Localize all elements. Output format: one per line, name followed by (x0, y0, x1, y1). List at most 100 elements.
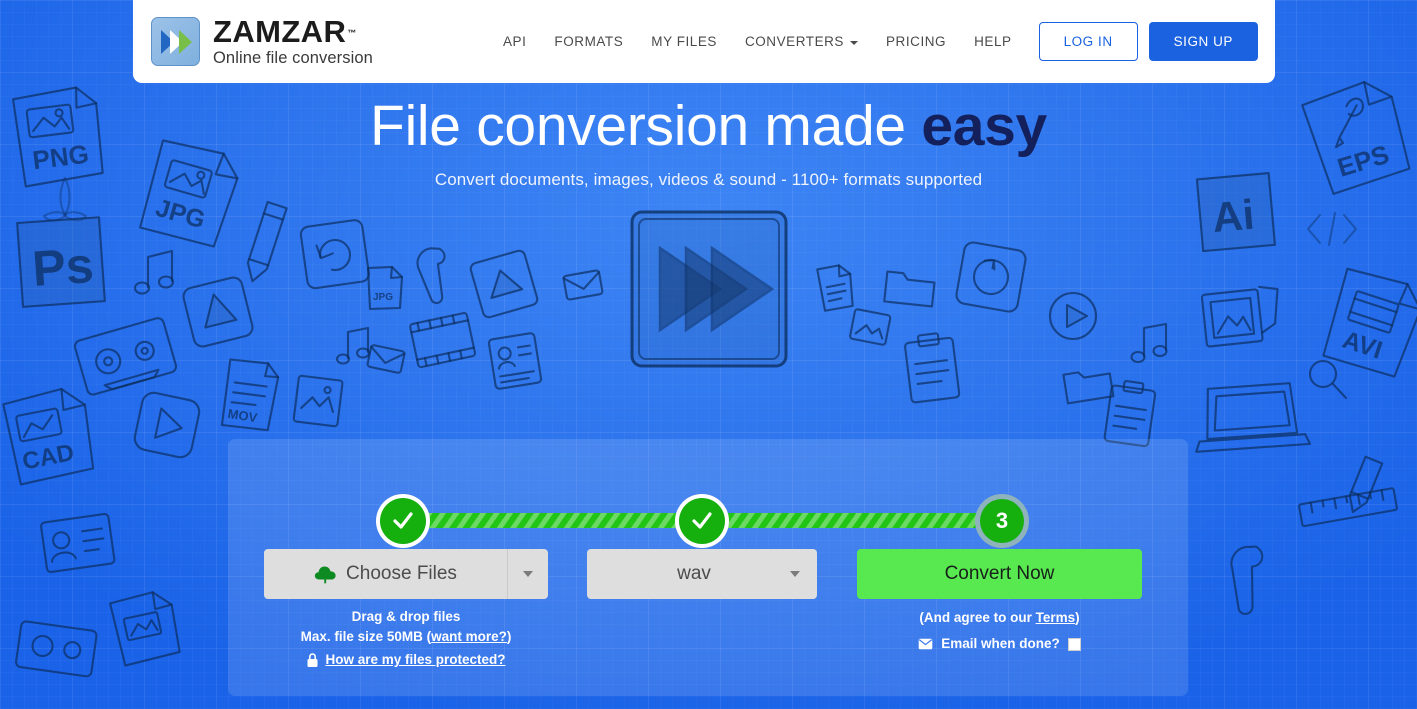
doodle-mini-file: JPG (366, 265, 404, 311)
hero-title-accent: easy (921, 94, 1047, 158)
doodle-id-card (487, 332, 543, 390)
svg-text:MOV: MOV (227, 406, 259, 425)
nav-converters[interactable]: CONVERTERS (731, 24, 872, 59)
format-selected-value: wav (677, 563, 711, 584)
logo[interactable]: ZAMZAR™ Online file conversion (151, 16, 373, 67)
page-title: File conversion made easy (0, 94, 1417, 159)
logo-text: ZAMZAR™ Online file conversion (213, 16, 373, 67)
want-more-link[interactable]: want more? (431, 629, 507, 644)
doodle-spanner (1230, 545, 1264, 615)
svg-text:CAD: CAD (20, 439, 76, 475)
doodle-refresh-square (299, 219, 370, 290)
lock-icon (307, 652, 318, 667)
choose-files-label: Choose Files (346, 563, 457, 584)
doodle-photo-frame (849, 308, 892, 346)
doodle-wrench (416, 247, 446, 305)
terms-link[interactable]: Terms (1036, 610, 1076, 625)
step-3-current[interactable]: 3 (975, 494, 1029, 548)
chevron-down-icon (790, 571, 800, 577)
nav-my-files-label: MY FILES (651, 34, 717, 49)
nav-converters-label: CONVERTERS (744, 34, 844, 49)
svg-text:JPG: JPG (152, 194, 208, 235)
signup-button[interactable]: SIGN UP (1148, 22, 1258, 61)
doodle-photo-frame-2 (1200, 285, 1279, 348)
chevron-down-icon (523, 571, 533, 577)
terms-prefix: (And agree to our (919, 610, 1036, 625)
doodle-cassette (73, 317, 178, 396)
nav-pricing[interactable]: PRICING (872, 24, 960, 59)
hero-title-plain: File conversion made (370, 94, 922, 158)
email-when-done-checkbox[interactable] (1067, 637, 1081, 651)
cloud-upload-icon (314, 566, 336, 583)
choose-files-dropdown[interactable] (508, 549, 548, 599)
doodle-contact-card (40, 512, 116, 574)
doodle-mov-file: MOV (220, 358, 280, 432)
nav-help[interactable]: HELP (960, 24, 1025, 59)
check-glyph (692, 512, 712, 529)
step-1-complete[interactable] (376, 494, 430, 548)
doodle-image-doc (292, 374, 344, 428)
envelope-icon (918, 638, 933, 650)
doodle-code-icon (1306, 211, 1358, 247)
nav-my-files[interactable]: MY FILES (637, 24, 731, 59)
conversion-panel: 3 Choose Files wav Convert Now Drag & dr… (228, 439, 1188, 696)
doodle-magnifier-icon (1308, 359, 1348, 400)
format-select[interactable]: wav (587, 549, 817, 599)
doodle-ps-badge: Ps (16, 216, 106, 308)
doodle-film-strip (409, 312, 477, 369)
convert-help-text: (And agree to our Terms) Email when done… (857, 607, 1142, 657)
doodle-refresh-square-2 (955, 241, 1027, 313)
svg-text:Ai: Ai (1210, 191, 1256, 241)
drag-drop-hint: Drag & drop files (351, 609, 461, 624)
doodle-laptop (1195, 382, 1312, 453)
step-2-check-icon (679, 498, 725, 544)
svg-text:AVI: AVI (1339, 326, 1386, 365)
nav-help-label: HELP (974, 34, 1012, 49)
nav-formats-label: FORMATS (554, 34, 624, 49)
logo-wordmark: ZAMZAR (213, 14, 347, 50)
max-size-prefix: Max. file size 50MB ( (300, 629, 432, 644)
files-protected-row[interactable]: How are my files protected? (306, 650, 506, 670)
chevrons-glyph (160, 29, 192, 54)
format-dropdown-arrow[interactable] (773, 571, 817, 577)
doodle-ruler (1298, 487, 1398, 528)
choose-files-button[interactable]: Choose Files (264, 549, 548, 599)
max-size-hint: Max. file size 50MB (want more?) (264, 627, 548, 647)
logo-trademark: ™ (347, 27, 357, 38)
terms-row: (And agree to our Terms) (857, 607, 1142, 629)
zamzar-chevrons-icon (151, 17, 200, 66)
doodle-pencil (246, 200, 288, 283)
main-nav: API FORMATS MY FILES CONVERTERS PRICING … (489, 22, 1258, 61)
hero-subtitle: Convert documents, images, videos & soun… (434, 169, 983, 189)
terms-suffix: ) (1075, 610, 1080, 625)
nav-api-label: API (503, 34, 527, 49)
choose-files-main[interactable]: Choose Files (264, 549, 508, 599)
doodle-play-circle (1048, 291, 1098, 341)
nav-api[interactable]: API (489, 24, 540, 59)
progress-steps: 3 (228, 467, 1188, 548)
doodle-cassette-bottom (15, 620, 98, 678)
files-protected-link[interactable]: How are my files protected? (325, 650, 505, 670)
sketch-fast-forward-icon (630, 210, 787, 368)
doodle-folder (883, 270, 936, 308)
logo-tagline: Online file conversion (213, 49, 373, 68)
doodle-doc-lines (816, 264, 854, 312)
convert-now-button[interactable]: Convert Now (857, 549, 1142, 599)
email-when-done-label: Email when done? (941, 636, 1060, 651)
doodle-clipboard (904, 332, 961, 404)
doodle-video-square (469, 249, 539, 319)
doodle-folder-2 (1062, 371, 1115, 405)
doodle-image-file-bottom (108, 591, 181, 667)
step-2-complete[interactable] (675, 494, 729, 548)
nav-formats[interactable]: FORMATS (540, 24, 637, 59)
doodle-cad-file: CAD (2, 387, 95, 486)
site-header: ZAMZAR™ Online file conversion API FORMA… (133, 0, 1275, 83)
doodle-music-note-3 (1130, 322, 1168, 364)
hero-section: File conversion made easy Convert docume… (0, 94, 1417, 190)
doodle-envelope-2 (366, 344, 406, 374)
svg-text:JPG: JPG (373, 292, 393, 303)
login-button[interactable]: LOG IN (1038, 22, 1138, 61)
email-when-done-row[interactable]: Email when done? (918, 633, 1081, 655)
doodle-avi-file: AVI (1322, 267, 1417, 378)
step-3-number: 3 (980, 499, 1024, 543)
